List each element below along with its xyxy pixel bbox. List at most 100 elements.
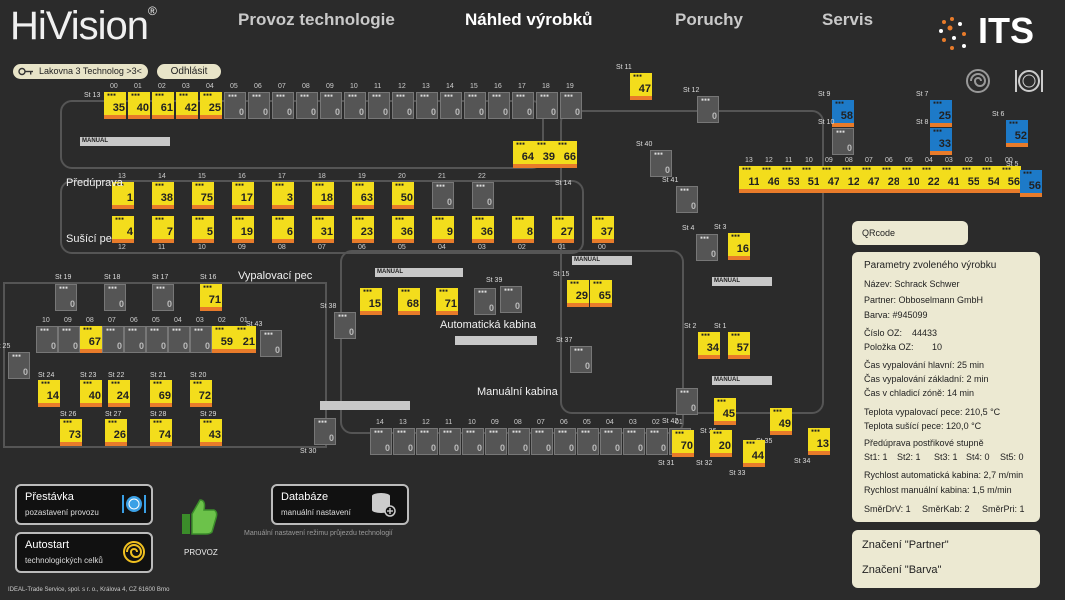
single-carrier[interactable]: ▪▪▪ 0 [650,150,672,177]
bottom-row-carrier[interactable]: ▪▪▪ 0 [416,428,438,455]
single-carrier[interactable]: ▪▪▪ 52 [1006,120,1028,147]
bottom-row-carrier[interactable]: ▪▪▪ 0 [600,428,622,455]
bottom-b-carrier[interactable]: ▪▪▪ 74 [150,419,172,446]
right-carrier[interactable]: ▪▪▪ 10 [899,166,921,193]
right-carrier[interactable]: ▪▪▪ 56 [999,166,1021,193]
right-carrier[interactable]: ▪▪▪ 53 [779,166,801,193]
prep-carrier[interactable]: ▪▪▪ 18 [312,182,334,209]
single-carrier[interactable]: ▪▪▪ 0 [314,418,336,445]
kiln-row-carrier[interactable]: ▪▪▪ 0 [168,326,190,353]
dry-carrier[interactable]: ▪▪▪ 27 [552,216,574,243]
qrcode-field[interactable]: QRcode [852,221,968,245]
prep-carrier[interactable]: ▪▪▪ 50 [392,182,414,209]
auto-cab-carrier[interactable]: ▪▪▪ 15 [360,288,382,315]
dry-carrier[interactable]: ▪▪▪ 36 [392,216,414,243]
dry-carrier[interactable]: ▪▪▪ 23 [352,216,374,243]
mid-carrier[interactable]: ▪▪▪ 39 [534,141,556,168]
bottom-a-carrier[interactable]: ▪▪▪ 69 [150,380,172,407]
auto-cab-carrier[interactable]: ▪▪▪ 71 [436,288,458,315]
dry-carrier[interactable]: ▪▪▪ 31 [312,216,334,243]
single-carrier[interactable]: ▪▪▪ 0 [500,286,522,313]
top-carrier[interactable]: ▪▪▪ 0 [560,92,582,119]
top-carrier[interactable]: ▪▪▪ 0 [392,92,414,119]
right-carrier[interactable]: ▪▪▪ 46 [759,166,781,193]
single-carrier[interactable]: ▪▪▪ 20 [710,430,732,457]
user-pill[interactable]: Lakovna 3 Technolog >3< [13,64,148,79]
mid-carrier[interactable]: ▪▪▪ 66 [555,141,577,168]
bottom-row-carrier[interactable]: ▪▪▪ 0 [485,428,507,455]
prep-carrier[interactable]: ▪▪▪ 63 [352,182,374,209]
kiln-top-carrier[interactable]: ▪▪▪ 0 [55,284,77,311]
single-carrier[interactable]: ▪▪▪ 70 [672,430,694,457]
bottom-row-carrier[interactable]: ▪▪▪ 0 [439,428,461,455]
right-carrier[interactable]: ▪▪▪ 41 [939,166,961,193]
right-carrier[interactable]: ▪▪▪ 47 [819,166,841,193]
top-carrier[interactable]: ▪▪▪ 0 [296,92,318,119]
single-carrier[interactable]: ▪▪▪ 0 [260,330,282,357]
bottom-row-carrier[interactable]: ▪▪▪ 0 [646,428,668,455]
single-carrier[interactable]: ▪▪▪ 16 [728,233,750,260]
mid-carrier[interactable]: ▪▪▪ 64 [513,141,535,168]
top-carrier[interactable]: ▪▪▪ 0 [248,92,270,119]
auto-cab-carrier[interactable]: ▪▪▪ 0 [474,288,496,315]
single-carrier[interactable]: ▪▪▪ 25 [930,100,952,127]
dry-carrier[interactable]: ▪▪▪ 37 [592,216,614,243]
right-carrier[interactable]: ▪▪▪ 11 [739,166,761,193]
dry-carrier[interactable]: ▪▪▪ 36 [472,216,494,243]
kiln-row-carrier[interactable]: ▪▪▪ 0 [146,326,168,353]
top-carrier[interactable]: ▪▪▪ 0 [224,92,246,119]
single-carrier[interactable]: ▪▪▪ 0 [334,312,356,339]
autostart-button[interactable]: Autostart technologických celků [15,532,153,573]
right-carrier[interactable]: ▪▪▪ 12 [839,166,861,193]
bottom-row-carrier[interactable]: ▪▪▪ 0 [577,428,599,455]
right-carrier[interactable]: ▪▪▪ 55 [959,166,981,193]
single-carrier[interactable]: ▪▪▪ 0 [832,128,854,155]
manual-tag-mid[interactable]: MANUAL [375,268,463,277]
top-carrier[interactable]: ▪▪▪ 35 [104,92,126,119]
bottom-a-carrier[interactable]: ▪▪▪ 14 [38,380,60,407]
dry-carrier[interactable]: ▪▪▪ 19 [232,216,254,243]
right-carrier[interactable]: ▪▪▪ 28 [879,166,901,193]
bottom-row-carrier[interactable]: ▪▪▪ 0 [370,428,392,455]
bottom-row-carrier[interactable]: ▪▪▪ 0 [462,428,484,455]
prep-carrier[interactable]: ▪▪▪ 17 [232,182,254,209]
prep-carrier[interactable]: ▪▪▪ 0 [432,182,454,209]
thumbs-up-icon[interactable] [178,496,220,538]
top-carrier[interactable]: ▪▪▪ 0 [368,92,390,119]
dining-icon[interactable] [1012,66,1046,96]
single-carrier[interactable]: ▪▪▪ 29 [567,280,589,307]
single-carrier[interactable]: ▪▪▪ 0 [697,96,719,123]
logout-button[interactable]: Odhlásit [157,64,221,79]
kiln-row-carrier[interactable]: ▪▪▪ 0 [102,326,124,353]
single-carrier[interactable]: ▪▪▪ 57 [728,332,750,359]
top-carrier[interactable]: ▪▪▪ 0 [512,92,534,119]
kiln-row-carrier[interactable]: ▪▪▪ 21 [234,326,256,353]
databaze-button[interactable]: Databáze manuální nastavení [271,484,409,525]
right-carrier[interactable]: ▪▪▪ 54 [979,166,1001,193]
kiln-row-carrier[interactable]: ▪▪▪ 0 [58,326,80,353]
nav-nahled-vyrobku[interactable]: Náhled výrobků [465,10,593,30]
single-carrier[interactable]: ▪▪▪ 0 [676,186,698,213]
prep-carrier[interactable]: ▪▪▪ 75 [192,182,214,209]
bottom-row-carrier[interactable]: ▪▪▪ 0 [531,428,553,455]
single-carrier[interactable]: ▪▪▪ 0 [570,346,592,373]
prep-carrier[interactable]: ▪▪▪ 3 [272,182,294,209]
right-carrier[interactable]: ▪▪▪ 47 [859,166,881,193]
bottom-row-carrier[interactable]: ▪▪▪ 0 [393,428,415,455]
dry-carrier[interactable]: ▪▪▪ 4 [112,216,134,243]
top-carrier[interactable]: ▪▪▪ 0 [344,92,366,119]
bottom-a-carrier[interactable]: ▪▪▪ 40 [80,380,102,407]
dry-carrier[interactable]: ▪▪▪ 7 [152,216,174,243]
top-carrier[interactable]: ▪▪▪ 25 [200,92,222,119]
top-carrier[interactable]: ▪▪▪ 42 [176,92,198,119]
single-carrier[interactable]: ▪▪▪ 47 [630,73,652,100]
kiln-row-carrier[interactable]: ▪▪▪ 59 [212,326,234,353]
single-carrier[interactable]: ▪▪▪ 58 [832,100,854,127]
top-carrier[interactable]: ▪▪▪ 40 [128,92,150,119]
manual-tag-st3[interactable]: MANUAL [712,277,772,286]
spiral-icon[interactable] [965,68,991,94]
right-carrier[interactable]: ▪▪▪ 22 [919,166,941,193]
kiln-top-carrier[interactable]: ▪▪▪ 71 [200,284,222,311]
marking-partner[interactable]: Značení "Partner" [862,539,949,551]
top-carrier[interactable]: ▪▪▪ 0 [272,92,294,119]
